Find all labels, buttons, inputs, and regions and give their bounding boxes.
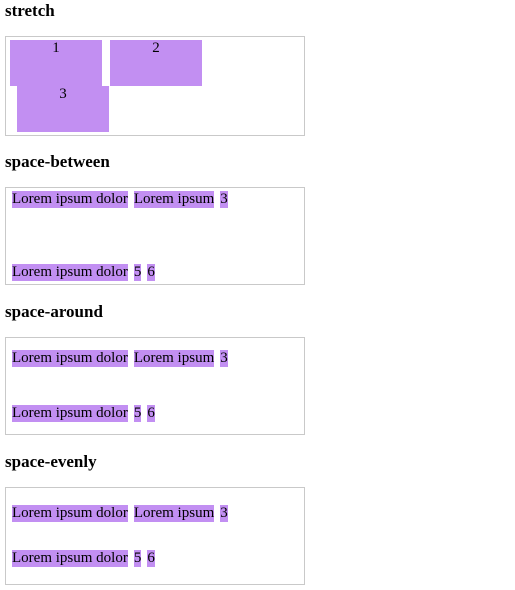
flex-item: Lorem ipsum [133, 350, 215, 368]
flex-container-stretch: 1 2 3 [5, 36, 305, 136]
flex-item-2: 2 [110, 40, 202, 86]
flex-item: Lorem ipsum dolor [12, 350, 128, 368]
flex-item: 5 [133, 264, 142, 281]
flex-item-3: 3 [17, 86, 109, 132]
flex-item-1: 1 [10, 40, 102, 86]
flex-item: 5 [133, 550, 142, 567]
flex-item: Lorem ipsum dolor [12, 264, 128, 281]
flex-item: 3 [220, 350, 228, 368]
flex-item: 3 [220, 191, 228, 208]
flex-container-space-between: Lorem ipsum dolor Lorem ipsum 3 Lorem ip… [5, 187, 305, 285]
flex-container-space-evenly: Lorem ipsum dolor Lorem ipsum 3 Lorem ip… [5, 487, 305, 585]
flex-item: 5 [133, 404, 142, 422]
flex-item: Lorem ipsum dolor [12, 191, 128, 208]
heading-space-evenly: space-evenly [5, 452, 97, 471]
flex-item: 6 [147, 550, 155, 567]
flex-item: Lorem ipsum [133, 191, 215, 208]
flex-item: 6 [147, 264, 155, 281]
flex-item: Lorem ipsum dolor [12, 505, 128, 522]
flex-container-space-around: Lorem ipsum dolor Lorem ipsum 3 Lorem ip… [5, 337, 305, 435]
heading-space-around: space-around [5, 302, 103, 321]
flex-item: 3 [220, 505, 228, 522]
flex-item: 6 [147, 404, 155, 422]
flex-item: Lorem ipsum dolor [12, 550, 128, 567]
heading-space-between: space-between [5, 152, 110, 171]
heading-stretch: stretch [5, 1, 55, 20]
flex-item: Lorem ipsum [133, 505, 215, 522]
flex-item: Lorem ipsum dolor [12, 404, 128, 422]
